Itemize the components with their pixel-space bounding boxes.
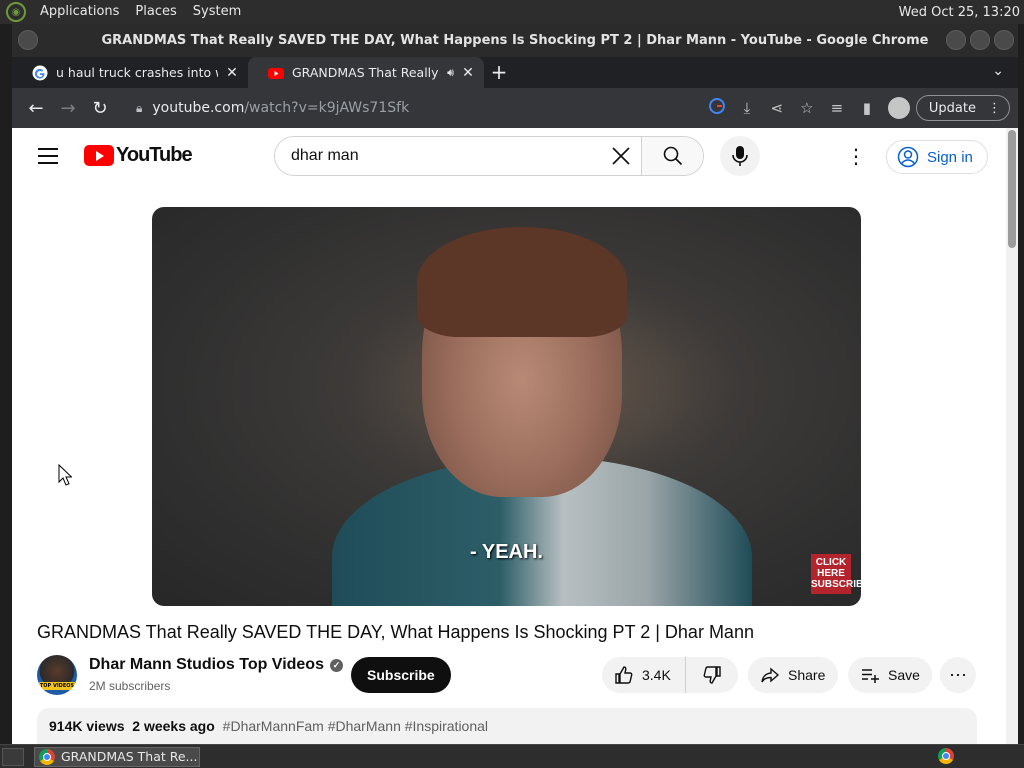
menu-places[interactable]: Places <box>127 0 184 24</box>
lock-icon[interactable]: 🔒︎ <box>136 101 142 116</box>
page-scrollbar[interactable] <box>1006 128 1018 744</box>
chrome-window: GRANDMAS That Really SAVED THE DAY, What… <box>12 24 1018 744</box>
description-box[interactable]: 914K views 2 weeks ago #DharMannFam #Dha… <box>37 708 977 744</box>
dislike-button[interactable] <box>686 657 738 693</box>
scrollbar-thumb[interactable] <box>1008 130 1016 248</box>
taskbar: GRANDMAS That Re... <box>0 744 1024 768</box>
tab-google-search[interactable]: u haul truck crashes into white ✕ <box>12 57 248 88</box>
reload-button[interactable]: ↻ <box>84 92 116 124</box>
clear-search-icon[interactable] <box>601 137 641 175</box>
hashtags[interactable]: #DharMannFam #DharMann #Inspirational <box>223 718 488 734</box>
close-tab-icon[interactable]: ✕ <box>460 65 476 81</box>
audio-playing-icon[interactable]: 🔊︎ <box>447 66 454 80</box>
like-dislike-group: 3.4K <box>602 657 738 693</box>
menu-system[interactable]: System <box>185 0 249 24</box>
youtube-header: YouTube ⋮ Sign in <box>12 128 1018 184</box>
window-title: GRANDMAS That Really SAVED THE DAY, What… <box>101 33 929 48</box>
chrome-icon <box>39 748 55 765</box>
playlist-add-icon <box>862 669 879 683</box>
maximize-icon[interactable] <box>970 30 990 50</box>
google-lens-icon[interactable] <box>702 98 732 118</box>
video-player[interactable]: - YEAH. CLICK HERE SUBSCRIBE <box>152 207 861 606</box>
taskbar-window-label: GRANDMAS That Re... <box>61 749 198 764</box>
hamburger-menu-icon[interactable] <box>38 148 58 169</box>
bookmark-star-icon[interactable]: ☆ <box>792 99 822 117</box>
account-circle-icon <box>897 146 919 168</box>
subscriber-count: 2M subscribers <box>89 679 171 693</box>
show-desktop-button[interactable] <box>2 747 24 766</box>
update-button[interactable]: Update ⋮ <box>915 95 1010 121</box>
more-actions-icon[interactable]: ⋯ <box>940 657 976 693</box>
thumbs-down-icon <box>703 666 721 684</box>
search-input[interactable] <box>275 137 601 175</box>
window-titlebar[interactable]: GRANDMAS That Really SAVED THE DAY, What… <box>12 24 1018 57</box>
verified-check-icon: ✓ <box>329 658 343 672</box>
view-count: 914K views <box>49 718 125 734</box>
google-icon <box>32 65 48 80</box>
sign-in-button[interactable]: Sign in <box>886 140 988 174</box>
tab-youtube-video[interactable]: GRANDMAS That Really SAVED 🔊︎ ✕ <box>248 57 484 88</box>
panel-clock[interactable]: Wed Oct 25, 13:20 <box>899 5 1024 20</box>
distro-logo-icon[interactable]: ◉ <box>6 2 26 22</box>
share-arrow-icon <box>761 667 780 683</box>
thumbs-up-icon <box>615 666 633 684</box>
video-caption: - YEAH. <box>470 541 543 563</box>
close-window-icon[interactable] <box>994 30 1014 50</box>
subscribe-button[interactable]: Subscribe <box>351 657 451 693</box>
channel-avatar[interactable]: TOP VIDEOS <box>37 655 77 695</box>
kebab-menu-icon: ⋮ <box>988 100 1001 116</box>
video-frame-hair <box>417 227 627 337</box>
tab-title: GRANDMAS That Really SAVED <box>292 65 443 80</box>
channel-name-text: Dhar Mann Studios Top Videos <box>89 656 324 673</box>
browser-toolbar: ← → ↻ 🔒︎ youtube.com/watch?v=k9jAWs71Sfk… <box>12 88 1018 128</box>
search-button[interactable] <box>641 137 703 175</box>
tray-chrome-icon[interactable] <box>938 748 956 766</box>
forward-button[interactable]: → <box>52 92 84 124</box>
tab-title: u haul truck crashes into white <box>56 65 218 80</box>
voice-search-button[interactable] <box>720 136 760 176</box>
youtube-play-icon <box>84 145 114 166</box>
video-title: GRANDMAS That Really SAVED THE DAY, What… <box>37 622 754 642</box>
url-path: /watch?v=k9jAWs71Sfk <box>244 100 410 116</box>
search-icon <box>663 146 682 166</box>
system-top-panel: ◉ Applications Places System Wed Oct 25,… <box>0 0 1024 24</box>
share-label: Share <box>788 667 826 683</box>
settings-more-icon[interactable]: ⋮ <box>846 144 866 168</box>
share-button[interactable]: Share <box>748 657 838 693</box>
system-menus: ◉ Applications Places System <box>0 0 249 24</box>
save-button[interactable]: Save <box>848 657 932 693</box>
search-bar <box>274 136 704 176</box>
taskbar-window-button[interactable]: GRANDMAS That Re... <box>34 746 200 767</box>
like-button[interactable]: 3.4K <box>602 657 686 693</box>
profile-avatar[interactable] <box>887 97 910 119</box>
media-controls-icon[interactable]: ≡ <box>822 99 852 117</box>
youtube-page: YouTube ⋮ Sign in <box>12 128 1018 744</box>
youtube-wordmark: YouTube <box>116 144 193 166</box>
new-tab-button[interactable]: + <box>484 57 514 88</box>
youtube-logo[interactable]: YouTube <box>84 144 193 167</box>
menu-applications[interactable]: Applications <box>32 0 127 24</box>
update-label: Update <box>928 100 976 116</box>
channel-avatar-badge: TOP VIDEOS <box>39 682 75 690</box>
channel-name[interactable]: Dhar Mann Studios Top Videos ✓ <box>89 656 343 674</box>
close-tab-icon[interactable]: ✕ <box>224 65 240 81</box>
tab-strip: u haul truck crashes into white ✕ GRANDM… <box>12 57 1018 88</box>
side-panel-icon[interactable]: ▮ <box>852 99 882 117</box>
chevron-down-icon[interactable]: ⌄ <box>992 63 1004 79</box>
sign-in-label: Sign in <box>927 148 973 166</box>
subscribe-endcard[interactable]: CLICK HERE SUBSCRIBE <box>811 554 861 594</box>
youtube-icon <box>268 67 284 79</box>
like-count: 3.4K <box>642 667 671 683</box>
share-page-icon[interactable]: ⋖ <box>762 99 792 117</box>
window-menu-icon[interactable] <box>18 30 38 50</box>
address-bar[interactable]: 🔒︎ youtube.com/watch?v=k9jAWs71Sfk <box>122 92 696 124</box>
microphone-icon <box>732 146 748 166</box>
mouse-cursor-icon <box>58 464 72 486</box>
minimize-icon[interactable] <box>946 30 966 50</box>
back-button[interactable]: ← <box>20 92 52 124</box>
upload-age: 2 weeks ago <box>132 718 215 734</box>
url-host: youtube.com <box>152 100 245 116</box>
save-label: Save <box>888 667 920 683</box>
install-app-icon[interactable]: ⤓ <box>732 99 762 117</box>
